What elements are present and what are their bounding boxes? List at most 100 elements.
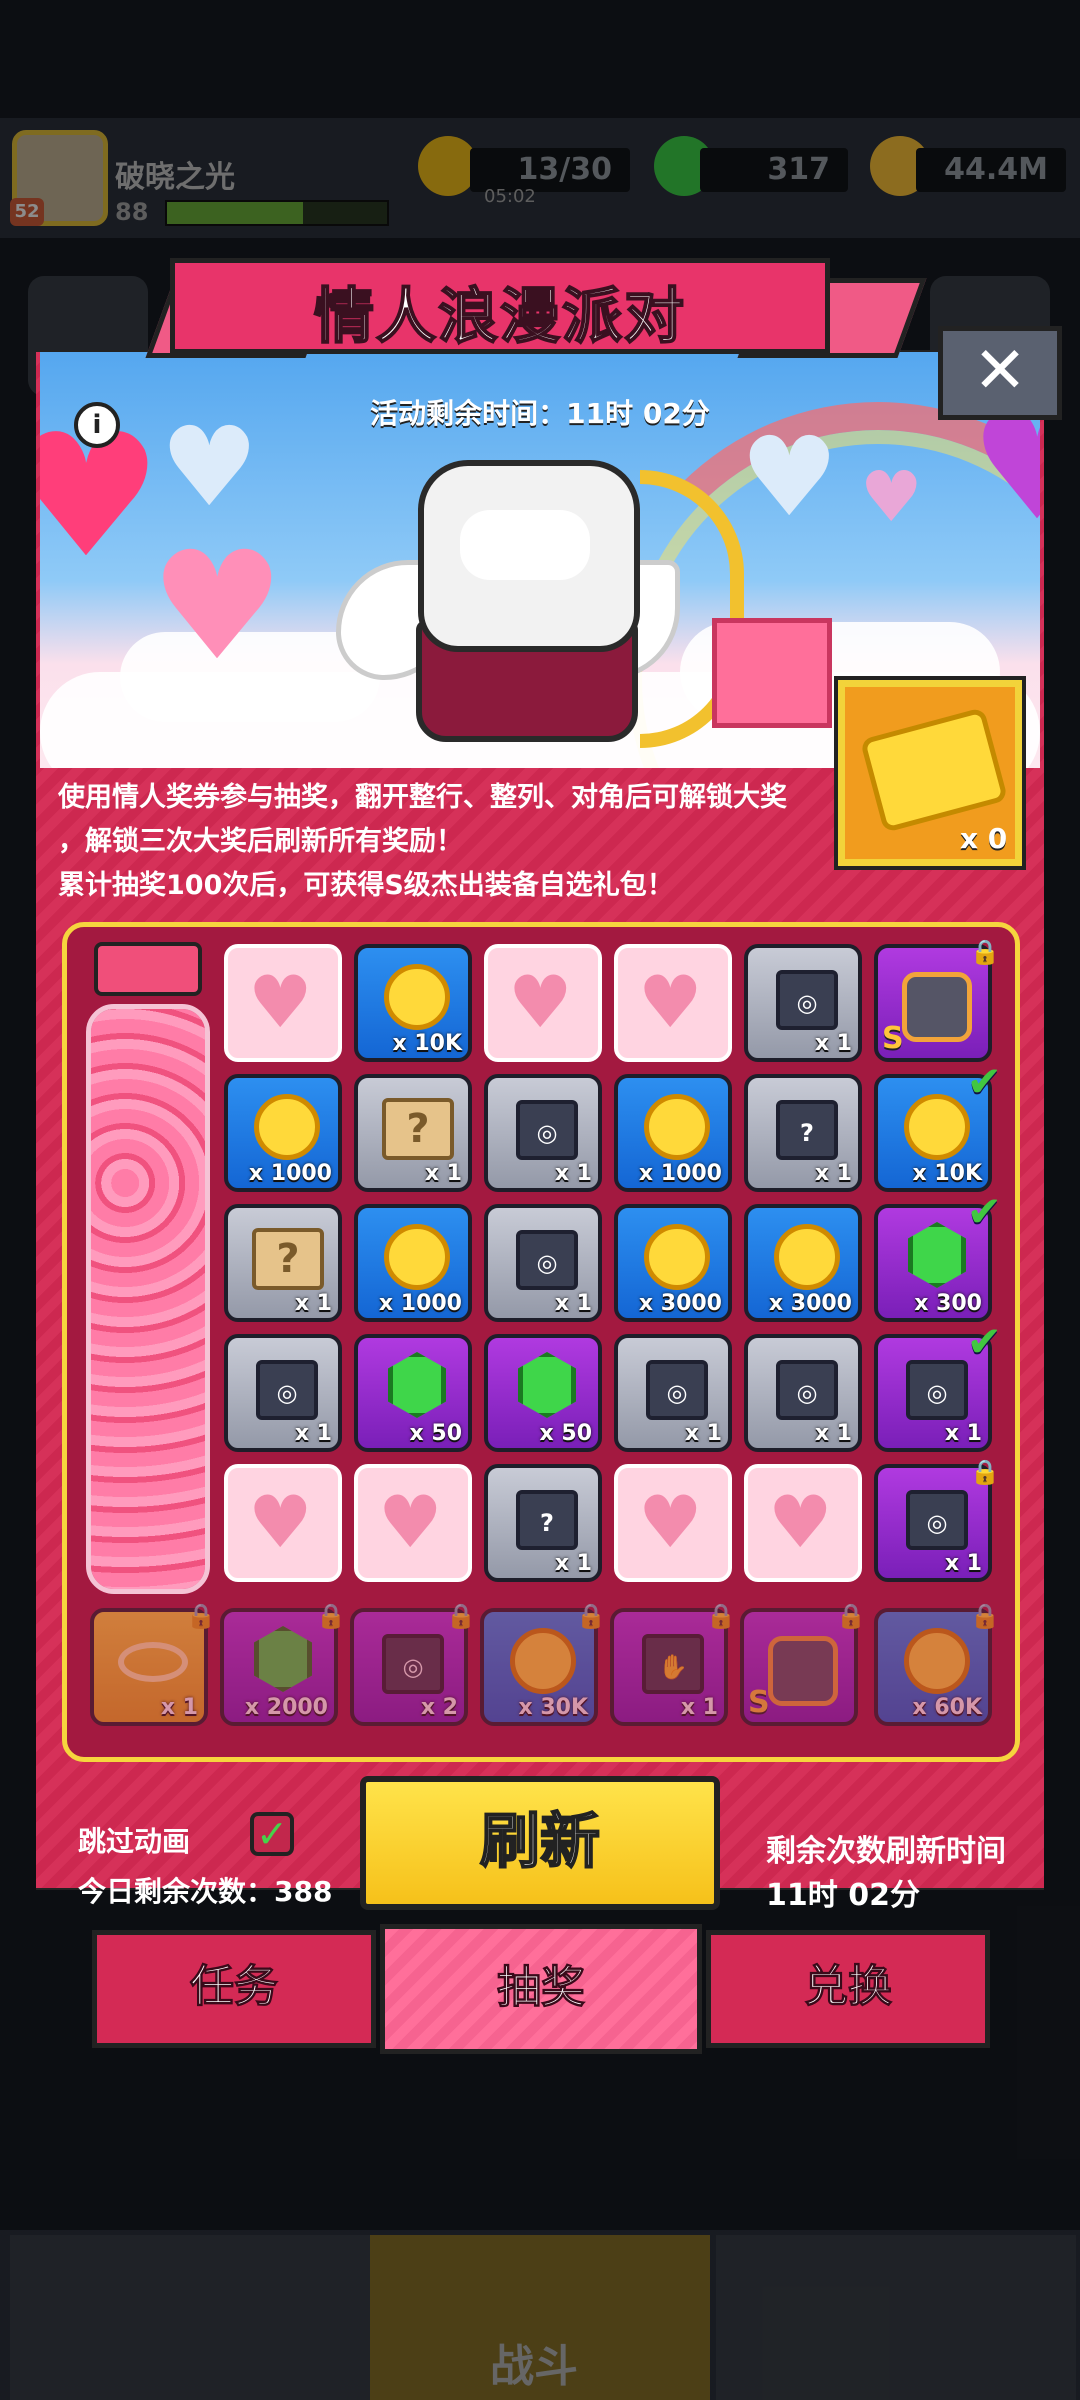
- reward-amount: x 2000: [244, 1695, 328, 1720]
- reward-amount: x 2: [420, 1695, 458, 1720]
- grid-cell[interactable]: ♥: [744, 1464, 862, 1582]
- grid-cell[interactable]: ◎ x 1: [744, 1334, 862, 1452]
- grid-cell[interactable]: ◎ x 1: [224, 1334, 342, 1452]
- reward-amount: x 1: [294, 1421, 332, 1446]
- skip-animation-checkbox[interactable]: ✓: [250, 1812, 294, 1856]
- lock-icon: 🔒: [576, 1602, 606, 1630]
- reward-amount: x 1: [554, 1161, 592, 1186]
- reward-amount: x 1: [554, 1551, 592, 1576]
- reward-amount: x 1: [944, 1421, 982, 1446]
- check-icon: ✔: [966, 1057, 1002, 1106]
- reward-amount: x 1000: [248, 1161, 332, 1186]
- coin-icon: [384, 1224, 450, 1290]
- grid-cell[interactable]: x 50: [484, 1334, 602, 1452]
- lock-icon: 🔒: [970, 1458, 1000, 1486]
- tab-tasks[interactable]: 任务: [92, 1930, 376, 2048]
- reward-amount: x 1: [684, 1421, 722, 1446]
- chest-mark-icon: ◎: [926, 1509, 948, 1537]
- coin-icon: [904, 1094, 970, 1160]
- info-icon[interactable]: i: [74, 402, 120, 448]
- reward-amount: x 3000: [768, 1291, 852, 1316]
- grid-cell[interactable]: x 2000 🔒: [220, 1602, 346, 1726]
- grid-cell[interactable]: x 1000: [224, 1074, 342, 1192]
- grid-cell[interactable]: x 3000: [744, 1204, 862, 1322]
- chest-mark-icon: ◎: [926, 1379, 948, 1407]
- grid-cell[interactable]: ♥: [614, 944, 732, 1062]
- chest-mark-icon: ◎: [536, 1249, 558, 1277]
- grid-cell[interactable]: ♥: [354, 1464, 472, 1582]
- chest-mark-icon: ◎: [796, 1379, 818, 1407]
- gem-icon: [518, 1352, 576, 1418]
- grid-cell[interactable]: ♥: [224, 1464, 342, 1582]
- grid-cell[interactable]: S 🔒: [874, 938, 1000, 1062]
- grid-cell[interactable]: x 1000: [354, 1204, 472, 1322]
- description-line: ，解锁三次大奖后刷新所有奖励！: [58, 826, 463, 857]
- grid-cell[interactable]: x 60K 🔒: [874, 1602, 1000, 1726]
- grid-cell[interactable]: S 🔒: [740, 1602, 866, 1726]
- lock-icon: 🔒: [186, 1602, 216, 1630]
- grid-cell[interactable]: ◎ x 1: [614, 1334, 732, 1452]
- grid-cell[interactable]: x 10K ✔: [874, 1060, 1002, 1192]
- grid-cell[interactable]: ♥: [484, 944, 602, 1062]
- chest-mark-icon: ✋: [658, 1653, 688, 1681]
- event-title: 情人浪漫派对: [313, 281, 686, 353]
- grid-cell[interactable]: x 1000: [614, 1074, 732, 1192]
- reward-amount: x 1: [814, 1031, 852, 1056]
- reward-amount: x 1: [944, 1551, 982, 1576]
- grid-cell[interactable]: ◎ x 2 🔒: [350, 1602, 476, 1726]
- grid-cell[interactable]: ? x 1: [484, 1464, 602, 1582]
- grid-cell[interactable]: ◎ x 1: [484, 1074, 602, 1192]
- grid-cell[interactable]: ◎ x 1 🔒: [874, 1458, 1000, 1582]
- refresh-time: 11时 02分: [766, 1878, 920, 1913]
- chest-mark-icon: ◎: [536, 1119, 558, 1147]
- heart-icon: ♥: [378, 1480, 443, 1564]
- event-timer: 活动剩余时间：11时 02分: [370, 397, 710, 430]
- heart-decoration-icon: ♥: [150, 520, 285, 694]
- grid-cell[interactable]: ◎ x 1 ✔: [874, 1320, 1002, 1452]
- reward-amount: x 1: [554, 1291, 592, 1316]
- gift-icon: [712, 618, 832, 728]
- grid-cell[interactable]: x 30K 🔒: [480, 1602, 606, 1726]
- reward-amount: x 3000: [638, 1291, 722, 1316]
- equipment-icon: [768, 1636, 838, 1706]
- tab-exchange[interactable]: 兑换: [706, 1930, 990, 2048]
- lock-icon: 🔒: [706, 1602, 736, 1630]
- skip-animation-label: 跳过动画: [78, 1825, 191, 1858]
- grid-cell[interactable]: ? x 1: [224, 1204, 342, 1322]
- refresh-button[interactable]: 刷新: [360, 1776, 720, 1910]
- grid-cell[interactable]: x 300 ✔: [874, 1190, 1002, 1322]
- grade-badge: S: [748, 1685, 770, 1720]
- progress-tube-cap: [94, 942, 202, 996]
- tab-lottery[interactable]: 抽奖: [380, 1924, 702, 2054]
- grid-cell[interactable]: x 3000: [614, 1204, 732, 1322]
- reward-amount: x 10K: [912, 1161, 982, 1186]
- reward-amount: x 1: [160, 1695, 198, 1720]
- heart-decoration-icon: ♥: [860, 456, 923, 538]
- check-icon: ✔: [966, 1187, 1002, 1236]
- chest-mark-icon: ◎: [666, 1379, 688, 1407]
- chest-mark-icon: ◎: [402, 1653, 424, 1681]
- grid-cell[interactable]: ◎ x 1: [744, 944, 862, 1062]
- grid-cell[interactable]: x 50: [354, 1334, 472, 1452]
- reward-amount: x 50: [409, 1421, 462, 1446]
- reward-amount: x 300: [914, 1291, 982, 1316]
- description-line: 累计抽奖100次后，可获得S级杰出装备自选礼包！: [58, 870, 674, 901]
- reward-amount: x 1: [814, 1421, 852, 1446]
- check-icon: ✔: [966, 1317, 1002, 1366]
- grid-cell[interactable]: x 10K: [354, 944, 472, 1062]
- grid-cell[interactable]: ✋ x 1 🔒: [610, 1602, 736, 1726]
- grid-cell[interactable]: ♥: [224, 944, 342, 1062]
- gem-icon: [388, 1352, 446, 1418]
- grid-cell[interactable]: ? x 1: [354, 1074, 472, 1192]
- grid-cell[interactable]: ♥: [614, 1464, 732, 1582]
- grid-cell[interactable]: x 1 🔒: [90, 1602, 216, 1726]
- cupid-cat-face: [460, 510, 590, 580]
- grid-cell[interactable]: ? x 1: [744, 1074, 862, 1192]
- reward-amount: x 1000: [638, 1161, 722, 1186]
- grade-badge: S: [882, 1021, 904, 1056]
- grid-cell[interactable]: ◎ x 1: [484, 1204, 602, 1322]
- reward-amount: x 30K: [518, 1695, 588, 1720]
- refresh-time-label: 剩余次数刷新时间: [766, 1834, 1006, 1869]
- mystery-scroll-icon: ?: [382, 1098, 454, 1160]
- coin-icon: [384, 964, 450, 1030]
